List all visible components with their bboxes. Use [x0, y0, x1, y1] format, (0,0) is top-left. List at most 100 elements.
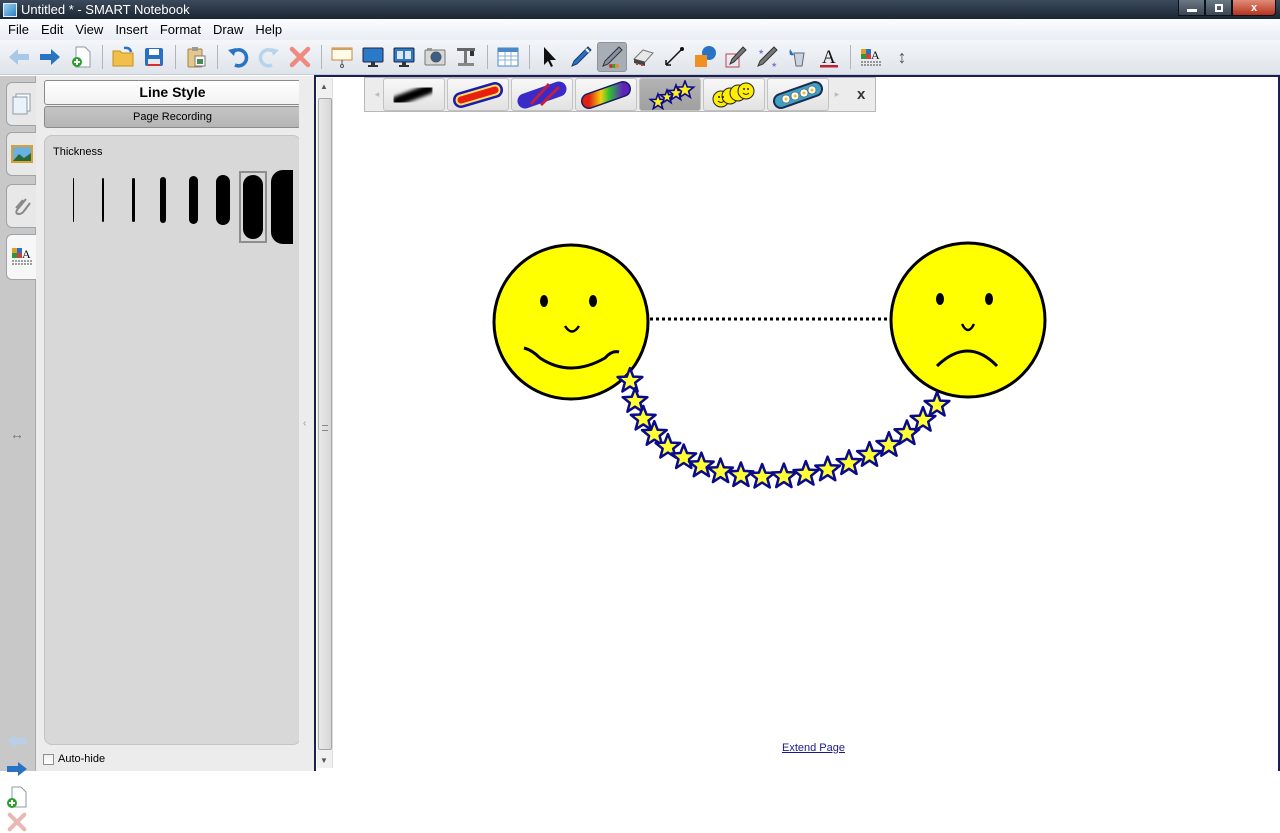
text-button[interactable]: A	[814, 42, 844, 72]
menu-format[interactable]: Format	[154, 22, 207, 37]
main-toolbar: ★ ★ A A ↕	[0, 40, 1280, 75]
star-stroke[interactable]	[616, 366, 951, 489]
close-button[interactable]: x	[1232, 0, 1276, 16]
minimize-button[interactable]	[1178, 0, 1205, 16]
pen-style-red-outline[interactable]	[447, 78, 509, 111]
sad-face-eye	[985, 293, 993, 305]
svg-text:★: ★	[771, 61, 777, 69]
pointer-icon	[544, 47, 556, 67]
next-page-button[interactable]	[35, 42, 65, 72]
auto-hide-checkbox-box[interactable]	[43, 753, 54, 765]
screen-shade-icon	[331, 47, 353, 68]
pen-style-rainbow[interactable]	[575, 78, 637, 111]
toolbar-separator	[850, 45, 851, 69]
pen-style-daisies[interactable]	[767, 78, 829, 111]
star	[855, 440, 884, 467]
resize-arrow-icon[interactable]: ↔	[10, 426, 24, 442]
open-button[interactable]	[108, 42, 138, 72]
tab-properties[interactable]: A	[6, 234, 36, 280]
creative-pen-button[interactable]	[597, 42, 627, 72]
line-style-box: Thickness	[44, 135, 301, 745]
document-camera-icon	[457, 48, 475, 66]
properties-button[interactable]: A	[856, 42, 886, 72]
tray-scroll-left[interactable]: ◂	[371, 89, 383, 100]
previous-page-button[interactable]	[4, 42, 34, 72]
extend-page-link[interactable]: Extend Page	[782, 742, 845, 754]
close-icon: x	[1250, 1, 1258, 14]
menu-file[interactable]: File	[2, 22, 35, 37]
paste-button[interactable]	[181, 42, 211, 72]
paste-icon	[187, 47, 206, 68]
stars-stroke-icon	[648, 79, 696, 110]
side-tab-strip: A ↔	[0, 76, 36, 832]
menu-edit[interactable]: Edit	[35, 22, 69, 37]
save-button[interactable]	[139, 42, 169, 72]
arrow-left-icon[interactable]	[4, 731, 30, 751]
delete-button[interactable]	[285, 42, 315, 72]
thickness-option[interactable]	[59, 172, 87, 228]
pen-style-stars[interactable]	[639, 78, 701, 111]
dual-page-button[interactable]	[389, 42, 419, 72]
undo-button[interactable]	[223, 42, 253, 72]
menu-help[interactable]: Help	[249, 22, 288, 37]
thickness-option-selected[interactable]	[239, 171, 267, 243]
add-page-icon	[72, 46, 91, 68]
full-screen-button[interactable]	[358, 42, 388, 72]
shape-recognition-pen-button[interactable]	[721, 42, 751, 72]
shapes-icon	[695, 46, 716, 67]
restore-button[interactable]	[1205, 0, 1232, 16]
thickness-option[interactable]	[119, 172, 147, 228]
menu-draw[interactable]: Draw	[207, 22, 249, 37]
magic-pen-button[interactable]: ★ ★	[752, 42, 782, 72]
arrow-right-icon	[40, 49, 60, 65]
select-button[interactable]	[535, 42, 565, 72]
arrow-right-icon[interactable]	[4, 759, 30, 779]
thickness-option[interactable]	[179, 172, 207, 228]
panel-title-line-style[interactable]: Line Style	[44, 80, 301, 105]
menu-view[interactable]: View	[69, 22, 109, 37]
thickness-option[interactable]	[209, 172, 237, 228]
page-recording-button[interactable]: Page Recording	[44, 106, 301, 128]
close-tray-button[interactable]: x	[857, 86, 865, 103]
thickness-option[interactable]	[149, 172, 177, 228]
thickness-option[interactable]	[267, 170, 293, 244]
panel-splitter[interactable]: ‹	[299, 76, 314, 771]
auto-hide-checkbox[interactable]: Auto-hide	[43, 753, 105, 765]
delete-page-icon[interactable]	[4, 811, 30, 833]
tab-page-sorter[interactable]	[6, 82, 36, 126]
fill-button[interactable]	[783, 42, 813, 72]
line-button[interactable]	[659, 42, 689, 72]
add-page-icon[interactable]	[4, 785, 30, 809]
add-page-button[interactable]	[66, 42, 96, 72]
pen-button[interactable]	[566, 42, 596, 72]
document-camera-button[interactable]	[451, 42, 481, 72]
open-folder-icon	[112, 46, 134, 67]
updown-arrow-icon: ↕	[897, 46, 907, 67]
pen-icon	[571, 46, 592, 67]
tab-attachments[interactable]	[6, 184, 36, 228]
table-icon	[497, 47, 519, 67]
smiley-stroke-icon	[712, 82, 755, 107]
thickness-option[interactable]	[89, 172, 117, 228]
pen-style-purple-striped[interactable]	[511, 78, 573, 111]
tray-scroll-right[interactable]: ▸	[831, 89, 843, 100]
tab-gallery[interactable]	[6, 132, 36, 176]
redo-button[interactable]	[254, 42, 284, 72]
move-toolbar-button[interactable]: ↕	[887, 42, 917, 72]
properties-panel: Line Style Page Recording Thickness Auto…	[36, 76, 314, 771]
pen-style-smiley[interactable]	[703, 78, 765, 111]
screen-capture-button[interactable]	[420, 42, 450, 72]
menu-insert[interactable]: Insert	[109, 22, 154, 37]
eraser-button[interactable]	[628, 42, 658, 72]
redo-icon	[258, 48, 279, 68]
svg-text:A: A	[822, 47, 836, 68]
toolbar-separator	[487, 45, 488, 69]
pen-style-calligraphic[interactable]	[383, 78, 445, 111]
restore-icon	[1214, 3, 1223, 12]
screen-shade-button[interactable]	[327, 42, 357, 72]
sad-face[interactable]	[889, 241, 1047, 399]
table-button[interactable]	[493, 42, 523, 72]
creative-pen-icon	[602, 46, 623, 68]
shapes-button[interactable]	[690, 42, 720, 72]
toolbar-separator	[175, 45, 176, 69]
